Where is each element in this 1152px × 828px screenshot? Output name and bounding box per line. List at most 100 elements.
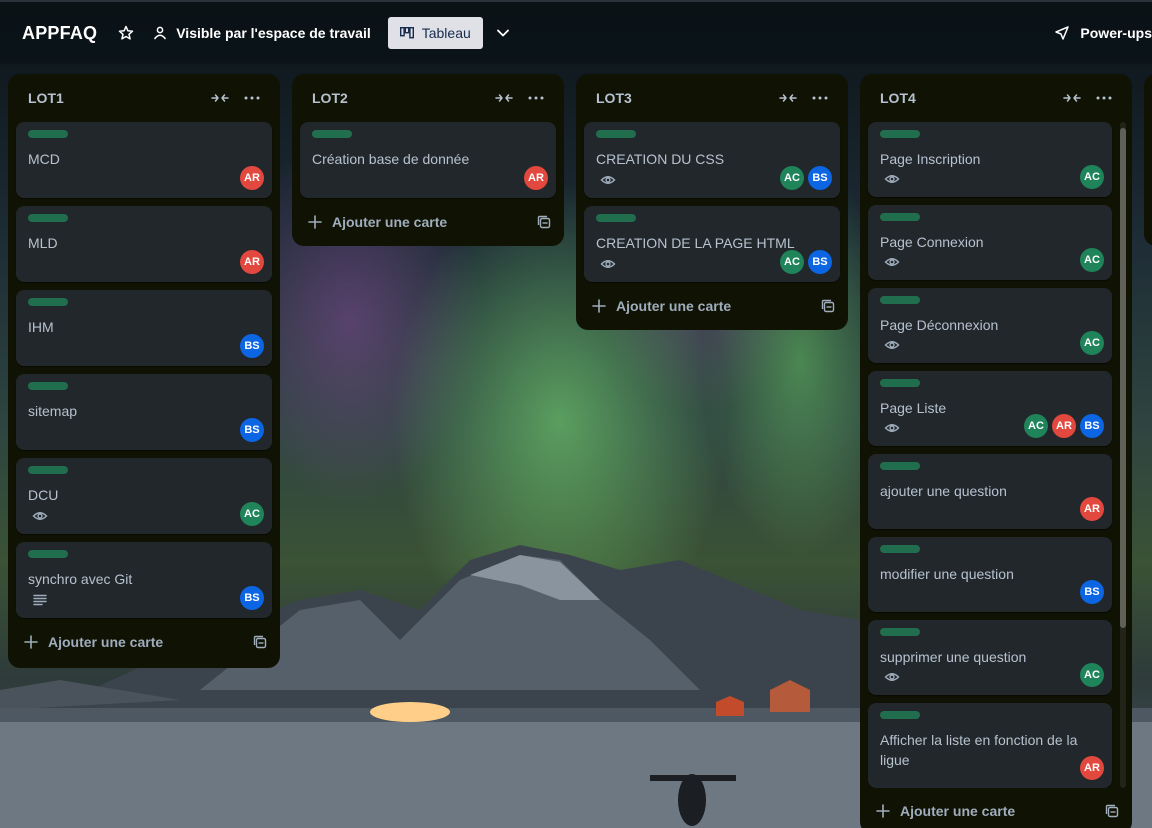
card-label-green[interactable] xyxy=(28,298,68,306)
card[interactable]: sitemap BS xyxy=(16,374,272,450)
card[interactable]: Création base de donnée AR xyxy=(300,122,556,198)
member-avatar[interactable]: AC xyxy=(1024,414,1048,439)
list-menu-button[interactable] xyxy=(1088,82,1120,114)
list-scrollbar[interactable] xyxy=(1120,122,1126,788)
list-title[interactable]: LOT1 xyxy=(28,90,204,106)
collapse-list-button[interactable] xyxy=(1056,82,1088,114)
eye-icon xyxy=(600,256,616,272)
card[interactable]: Page Inscription AC xyxy=(868,122,1112,198)
card[interactable]: Page Connexion AC xyxy=(868,205,1112,281)
card-label-green[interactable] xyxy=(880,379,920,388)
card-title: Page Inscription xyxy=(880,151,981,167)
power-ups-label: Power-ups xyxy=(1080,25,1152,41)
member-avatar[interactable]: BS xyxy=(240,334,264,358)
list-menu-button[interactable] xyxy=(520,82,552,114)
card-label-green[interactable] xyxy=(28,214,68,222)
member-avatar[interactable]: BS xyxy=(808,166,832,190)
visibility-button[interactable]: Visible par l'espace de travail xyxy=(146,17,377,49)
card[interactable]: ajouter une question AR xyxy=(868,454,1112,530)
card[interactable]: Page Déconnexion AC xyxy=(868,288,1112,364)
card[interactable]: MCD AR xyxy=(16,122,272,198)
board-title[interactable]: APPFAQ xyxy=(22,23,97,44)
list-partial[interactable] xyxy=(1144,74,1152,246)
card-title: Page Connexion xyxy=(880,234,984,251)
card-label-green[interactable] xyxy=(880,545,920,554)
add-card-button[interactable]: Ajouter une carte xyxy=(292,198,564,246)
card[interactable]: supprimer une question AC xyxy=(868,620,1112,696)
card-title: modifier une question xyxy=(880,566,1014,583)
card-label-green[interactable] xyxy=(312,130,352,138)
card-title: synchro avec Git xyxy=(28,571,133,587)
card-members: AC xyxy=(1080,165,1104,190)
card-title: sitemap xyxy=(28,403,78,419)
member-avatar[interactable]: AC xyxy=(1080,331,1104,356)
card-label-green[interactable] xyxy=(28,382,68,390)
collapse-icon xyxy=(211,94,229,102)
collapse-list-button[interactable] xyxy=(204,82,236,114)
card-label-green[interactable] xyxy=(880,711,920,720)
member-avatar[interactable]: AR xyxy=(524,166,548,190)
card-label-green[interactable] xyxy=(28,550,68,558)
member-avatar[interactable]: AC xyxy=(780,250,804,274)
card[interactable]: CREATION DU CSS AC BS xyxy=(584,122,840,198)
card[interactable]: IHM BS xyxy=(16,290,272,366)
card-label-green[interactable] xyxy=(880,296,920,305)
board-view-button[interactable]: Tableau xyxy=(387,17,483,49)
power-ups-button[interactable]: Power-ups xyxy=(1048,17,1152,49)
card-label-green[interactable] xyxy=(880,462,920,471)
member-avatar[interactable]: AC xyxy=(240,502,264,526)
member-avatar[interactable]: BS xyxy=(808,250,832,274)
star-button[interactable] xyxy=(110,17,142,49)
card-members: BS xyxy=(240,334,264,358)
card[interactable]: modifier une question BS xyxy=(868,537,1112,613)
card-label-green[interactable] xyxy=(596,130,636,138)
card-label-green[interactable] xyxy=(880,130,920,138)
add-card-button[interactable]: Ajouter une carte xyxy=(860,788,1132,828)
add-card-button[interactable]: Ajouter une carte xyxy=(8,618,280,666)
collapse-list-button[interactable] xyxy=(488,82,520,114)
list-menu-button[interactable] xyxy=(236,82,268,114)
member-avatar[interactable]: BS xyxy=(240,586,264,610)
member-avatar[interactable]: AR xyxy=(1080,497,1104,522)
member-avatar[interactable]: AR xyxy=(1080,755,1104,780)
list-title[interactable]: LOT4 xyxy=(880,90,1056,106)
card[interactable]: MLD AR xyxy=(16,206,272,282)
member-avatar[interactable]: AR xyxy=(240,250,264,274)
member-avatar[interactable]: AC xyxy=(1080,165,1104,190)
card-members: AR xyxy=(1080,497,1104,522)
card-members: AC BS xyxy=(780,166,832,190)
template-icon[interactable] xyxy=(252,634,268,650)
scrollbar-thumb[interactable] xyxy=(1120,128,1126,628)
card[interactable]: Afficher la liste en fonction de la ligu… xyxy=(868,703,1112,788)
card-label-green[interactable] xyxy=(880,628,920,637)
card-title: DCU xyxy=(28,487,59,503)
member-avatar[interactable]: BS xyxy=(1080,414,1104,439)
list-title[interactable]: LOT2 xyxy=(312,90,488,106)
template-icon[interactable] xyxy=(1104,803,1120,819)
card-title: Page Déconnexion xyxy=(880,317,999,334)
view-switcher-button[interactable] xyxy=(487,17,519,49)
card[interactable]: CREATION DE LA PAGE HTML AC BS xyxy=(584,206,840,282)
card-label-green[interactable] xyxy=(596,214,636,222)
list-title[interactable]: LOT3 xyxy=(596,90,772,106)
card[interactable]: Page Liste AC AR BS xyxy=(868,371,1112,447)
card-members: BS xyxy=(1080,580,1104,605)
card[interactable]: synchro avec Git BS xyxy=(16,542,272,618)
card-label-green[interactable] xyxy=(28,466,68,474)
card[interactable]: DCU AC xyxy=(16,458,272,534)
member-avatar[interactable]: AR xyxy=(240,166,264,190)
member-avatar[interactable]: AR xyxy=(1052,414,1076,439)
member-avatar[interactable]: AC xyxy=(1080,248,1104,273)
collapse-list-button[interactable] xyxy=(772,82,804,114)
card-label-green[interactable] xyxy=(28,130,68,138)
plus-icon xyxy=(308,214,324,230)
member-avatar[interactable]: AC xyxy=(780,166,804,190)
add-card-button[interactable]: Ajouter une carte xyxy=(576,282,848,330)
member-avatar[interactable]: AC xyxy=(1080,663,1104,688)
member-avatar[interactable]: BS xyxy=(240,418,264,442)
card-label-green[interactable] xyxy=(880,213,920,222)
list-menu-button[interactable] xyxy=(804,82,836,114)
template-icon[interactable] xyxy=(536,214,552,230)
template-icon[interactable] xyxy=(820,298,836,314)
member-avatar[interactable]: BS xyxy=(1080,580,1104,605)
